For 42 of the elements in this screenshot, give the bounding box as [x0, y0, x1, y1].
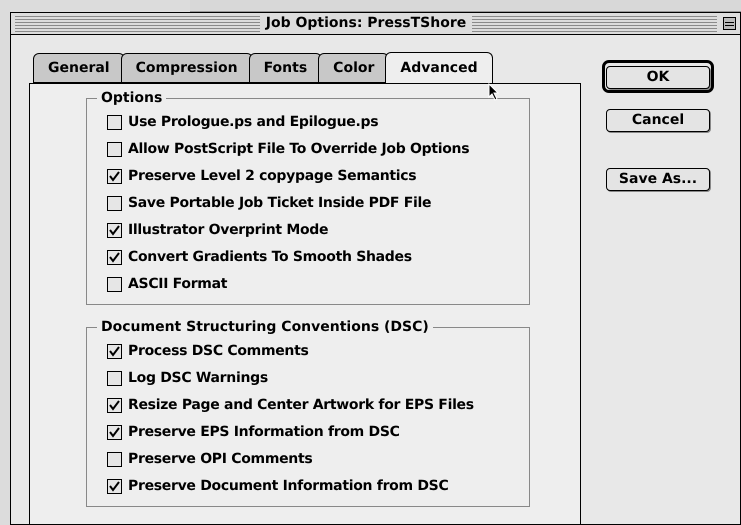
window-title: Job Options: PressTShore: [266, 14, 466, 33]
checkbox[interactable]: [107, 452, 122, 467]
checkbox[interactable]: [107, 398, 122, 413]
dialog-button[interactable]: Save As...: [606, 168, 710, 191]
checkbox[interactable]: [107, 371, 122, 386]
checkmark-icon: [109, 346, 120, 357]
checkmark-icon: [109, 252, 120, 263]
checkmark-icon: [109, 400, 120, 411]
checkbox-label: Preserve OPI Comments: [128, 450, 312, 469]
checkmark-icon: [109, 481, 120, 492]
checkmark-icon: [109, 225, 120, 236]
checkbox[interactable]: [107, 196, 122, 211]
checkbox[interactable]: [107, 223, 122, 238]
checkbox[interactable]: [107, 277, 122, 292]
checkbox-label: Resize Page and Center Artwork for EPS Files: [128, 396, 474, 415]
dialog-button[interactable]: OK: [606, 66, 710, 89]
checkbox-label: Process DSC Comments: [128, 342, 309, 361]
checkbox[interactable]: [107, 344, 122, 359]
checkbox-label: Save Portable Job Ticket Inside PDF File: [128, 194, 432, 213]
checkbox-label: Allow PostScript File To Override Job Options: [128, 140, 470, 159]
checkbox[interactable]: [107, 425, 122, 440]
tab[interactable]: Compression: [120, 53, 253, 83]
checkbox[interactable]: [107, 479, 122, 494]
checkbox[interactable]: [107, 115, 122, 130]
checkmark-icon: [109, 171, 120, 182]
checkbox-label: ASCII Format: [128, 275, 228, 294]
dialog-button[interactable]: Cancel: [606, 109, 710, 132]
checkbox-label: Illustrator Overprint Mode: [128, 221, 328, 240]
tab[interactable]: General: [33, 53, 125, 83]
tab[interactable]: Advanced: [385, 52, 493, 83]
checkbox-label: Preserve Level 2 copypage Semantics: [128, 167, 416, 186]
checkbox-label: Log DSC Warnings: [128, 369, 268, 388]
checkbox[interactable]: [107, 169, 122, 184]
checkbox[interactable]: [107, 142, 122, 157]
checkbox[interactable]: [107, 250, 122, 265]
checkmark-icon: [109, 427, 120, 438]
checkbox-label: Preserve Document Information from DSC: [128, 477, 448, 496]
checkbox-label: Use Prologue.ps and Epilogue.ps: [128, 113, 378, 132]
collapse-box-icon[interactable]: [723, 17, 736, 30]
checkbox-label: Preserve EPS Information from DSC: [128, 423, 400, 442]
checkbox-label: Convert Gradients To Smooth Shades: [128, 248, 412, 267]
tab[interactable]: Fonts: [248, 53, 322, 83]
